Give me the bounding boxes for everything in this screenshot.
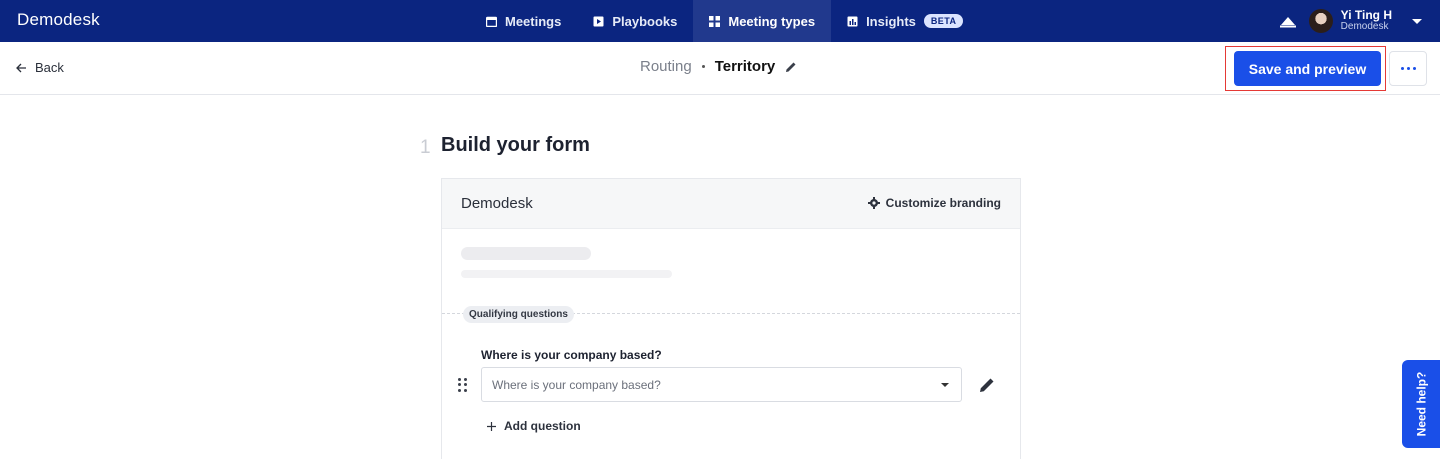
dot — [458, 383, 461, 387]
tab-meeting-types[interactable]: Meeting types — [693, 0, 832, 42]
tab-label: Meetings — [505, 13, 562, 29]
tab-label: Playbooks — [612, 13, 678, 29]
step-title: Build your form — [441, 134, 590, 156]
user-name: Yi Ting H — [1340, 8, 1392, 22]
arrow-left-icon — [16, 63, 26, 72]
skeleton-title — [461, 247, 591, 260]
dot — [464, 378, 467, 381]
grid-icon — [709, 15, 721, 27]
dot — [1406, 67, 1410, 70]
step-number: 1 — [420, 137, 431, 158]
user-menu[interactable]: Yi Ting H Demodesk — [1279, 0, 1422, 42]
top-nav: Demodesk Meetings Playbooks Meeting type… — [0, 0, 1440, 42]
question-label: Where is your company based? — [481, 348, 662, 362]
save-and-preview-button[interactable]: Save and preview — [1234, 51, 1381, 86]
customize-branding-button[interactable]: Customize branding — [867, 196, 1001, 210]
tab-playbooks[interactable]: Playbooks — [577, 0, 693, 42]
drag-handle-icon[interactable] — [458, 378, 468, 392]
nav-tabs: Meetings Playbooks Meeting types Insight… — [470, 0, 979, 42]
sub-header: Back Routing Territory Save and preview — [0, 42, 1440, 95]
page-title: Territory — [714, 58, 776, 75]
add-question-label: Add question — [504, 419, 581, 433]
skeleton-subtitle — [461, 270, 672, 278]
tab-label: Insights — [866, 13, 916, 29]
need-help-label: Need help? — [1414, 371, 1428, 437]
caret-down-icon — [941, 383, 949, 387]
playbook-icon — [593, 16, 604, 26]
avatar[interactable] — [1308, 9, 1333, 33]
plus-icon — [487, 421, 496, 431]
chart-icon — [847, 16, 858, 26]
dot — [458, 388, 461, 392]
app-logo[interactable]: Demodesk — [17, 10, 100, 30]
beta-badge: BETA — [923, 14, 964, 28]
dot — [464, 388, 467, 392]
tab-insights[interactable]: Insights BETA — [831, 0, 979, 42]
need-help-button[interactable]: Need help? — [1402, 360, 1440, 448]
add-question-button[interactable]: Add question — [487, 419, 581, 433]
dot — [1412, 67, 1416, 70]
breadcrumb-separator — [701, 65, 705, 68]
tab-label: Meeting types — [728, 13, 816, 29]
breadcrumb: Routing Territory — [640, 58, 797, 75]
breadcrumb-parent[interactable]: Routing — [640, 58, 692, 75]
question-select[interactable]: Where is your company based? — [481, 367, 962, 402]
more-options-button[interactable] — [1389, 51, 1427, 86]
form-card: Demodesk Customize branding Qualifying q… — [441, 178, 1021, 459]
user-info: Yi Ting H Demodesk — [1341, 9, 1392, 33]
dot — [464, 383, 467, 387]
user-org: Demodesk — [1340, 21, 1389, 32]
pencil-icon[interactable] — [785, 61, 797, 73]
form-logo: Demodesk — [461, 195, 533, 212]
gear-icon — [867, 197, 880, 209]
back-label: Back — [35, 60, 64, 75]
dot — [1400, 67, 1404, 70]
notification-icon[interactable] — [1279, 14, 1297, 28]
edit-question-pencil-icon[interactable] — [978, 376, 996, 394]
select-placeholder: Where is your company based? — [492, 378, 661, 392]
form-card-header: Demodesk Customize branding — [442, 179, 1020, 229]
section-badge: Qualifying questions — [463, 306, 574, 323]
customize-branding-label: Customize branding — [885, 196, 1001, 210]
chevron-down-icon[interactable] — [1412, 18, 1422, 24]
tab-meetings[interactable]: Meetings — [470, 0, 577, 42]
calendar-icon — [486, 16, 497, 27]
back-button[interactable]: Back — [16, 60, 64, 75]
dot — [458, 378, 461, 381]
